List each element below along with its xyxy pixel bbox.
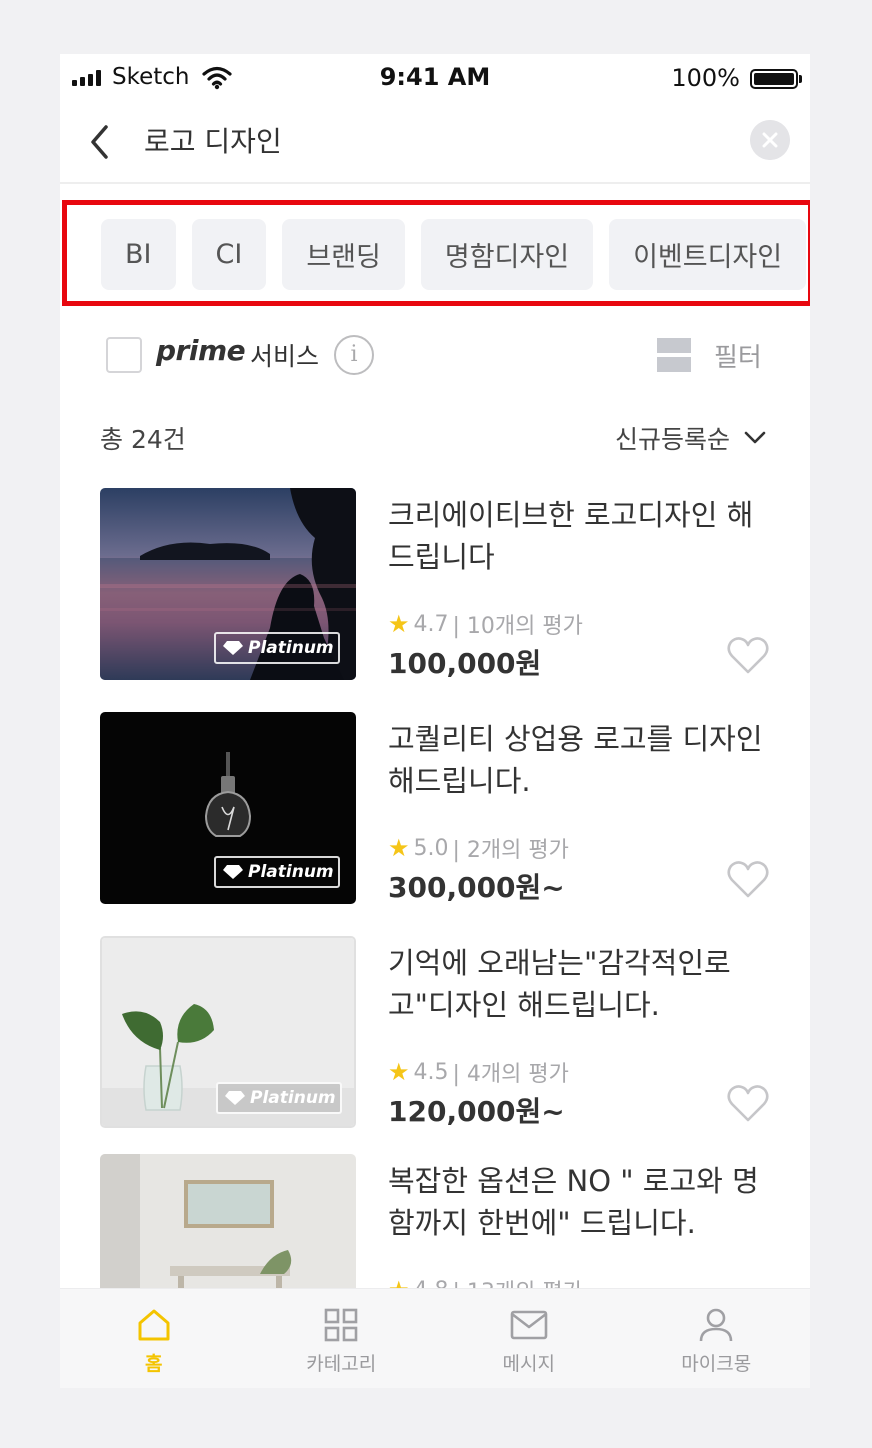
item-price: 100,000원 [388,647,542,680]
rating-value: 4.7 [413,611,449,637]
review-count: | 2개의 평가 [452,838,569,863]
heart-icon[interactable] [726,634,770,676]
badge-label: Platinum [250,1088,336,1108]
search-input[interactable]: 로고 디자인 [144,120,282,160]
thumbnail-lake-sunset: Platinum [100,488,356,680]
home-icon [138,1309,170,1341]
list-item[interactable]: Platinum 기억에 오래남는"감각적인로고"디자인 해드립니다. ★ 4.… [100,936,770,1128]
chevron-down-icon [744,431,766,444]
prime-filter-row: prime 서비스 i 필터 [60,326,810,382]
rating-value: 5.0 [413,835,449,861]
platinum-badge: Platinum [216,1082,342,1114]
prime-service-label: 서비스 [250,342,320,371]
review-count: | 10개의 평가 [452,614,583,639]
chip-ci[interactable]: CI [191,219,267,290]
chip-business-card[interactable]: 명함디자인 [420,219,594,290]
heart-icon[interactable] [726,858,770,900]
clear-search-icon[interactable] [750,120,790,160]
platinum-badge: Platinum [214,856,340,888]
badge-label: Platinum [248,638,334,658]
star-icon: ★ [388,834,410,862]
sort-label: 신규등록순 [614,425,730,454]
bottom-tab-bar: 홈 카테고리 메시지 마이크몽 [60,1288,810,1388]
item-rating: ★ 5.0 | 2개의 평가 [388,832,569,864]
item-title[interactable]: 복잡한 옵션은 NO " 로고와 명함까지 한번에" 드립니다. [388,1160,768,1244]
chip-branding[interactable]: 브랜딩 [282,219,405,290]
sort-dropdown[interactable]: 신규등록순 [615,420,766,456]
info-icon[interactable]: i [334,335,374,375]
category-chips: BI CI 브랜딩 명함디자인 이벤트디자인 [101,219,807,290]
rating-value: 4.5 [413,1059,449,1085]
result-count: 총 24건 [100,425,186,454]
search-header: 로고 디자인 [60,104,810,184]
phone-screen: Sketch 9:41 AM 100% 로고 디자인 BI CI 브랜딩 명함디… [60,54,810,1388]
platinum-badge: Platinum [214,632,340,664]
battery-percent: 100% [671,64,740,92]
diamond-icon [223,865,243,879]
chip-bi[interactable]: BI [101,219,176,290]
tab-message[interactable]: 메시지 [435,1289,623,1388]
list-item[interactable]: Platinum 크리에이티브한 로고디자인 해드립니다 ★ 4.7 | 10개… [100,488,770,680]
item-price: 120,000원~ [388,1095,565,1128]
item-title[interactable]: 고퀄리티 상업용 로고를 디자인 해드립니다. [388,718,768,802]
item-rating: ★ 4.7 | 10개의 평가 [388,608,583,640]
thumbnail-lightbulb: Platinum [100,712,356,904]
tab-label: 카테고리 [306,1353,377,1375]
list-item[interactable]: Platinum 고퀄리티 상업용 로고를 디자인 해드립니다. ★ 5.0 |… [100,712,770,904]
review-count: | 4개의 평가 [452,1062,569,1087]
view-toggle-icon[interactable] [657,338,691,372]
tab-my-page[interactable]: 마이크몽 [623,1289,811,1388]
status-bar: Sketch 9:41 AM 100% [60,54,810,104]
tab-label: 마이크몽 [681,1353,752,1375]
battery-tip [799,75,802,83]
prime-checkbox[interactable] [106,337,142,373]
grid-icon [324,1308,358,1342]
diamond-icon [223,641,243,655]
star-icon: ★ [388,1058,410,1086]
badge-label: Platinum [248,862,334,882]
star-icon: ★ [388,610,410,638]
tab-home[interactable]: 홈 [60,1289,248,1388]
battery-icon [750,69,798,89]
filter-button[interactable]: 필터 [714,337,762,374]
item-price: 300,000원~ [388,871,565,904]
item-title[interactable]: 기억에 오래남는"감각적인로고"디자인 해드립니다. [388,942,768,1026]
item-title[interactable]: 크리에이티브한 로고디자인 해드립니다 [388,494,768,578]
user-icon [699,1308,733,1342]
category-chips-highlight: BI CI 브랜딩 명함디자인 이벤트디자인 [62,200,810,306]
prime-logo: prime [156,334,246,367]
back-icon[interactable] [86,122,116,162]
mail-icon [510,1310,548,1340]
thumbnail-plant-vase: Platinum [100,936,356,1128]
item-rating: ★ 4.5 | 4개의 평가 [388,1056,569,1088]
heart-icon[interactable] [726,1082,770,1124]
diamond-icon [225,1091,245,1105]
tab-label: 홈 [145,1353,163,1375]
tab-category[interactable]: 카테고리 [248,1289,436,1388]
chip-event-design[interactable]: 이벤트디자인 [609,219,807,290]
tab-label: 메시지 [502,1353,555,1375]
